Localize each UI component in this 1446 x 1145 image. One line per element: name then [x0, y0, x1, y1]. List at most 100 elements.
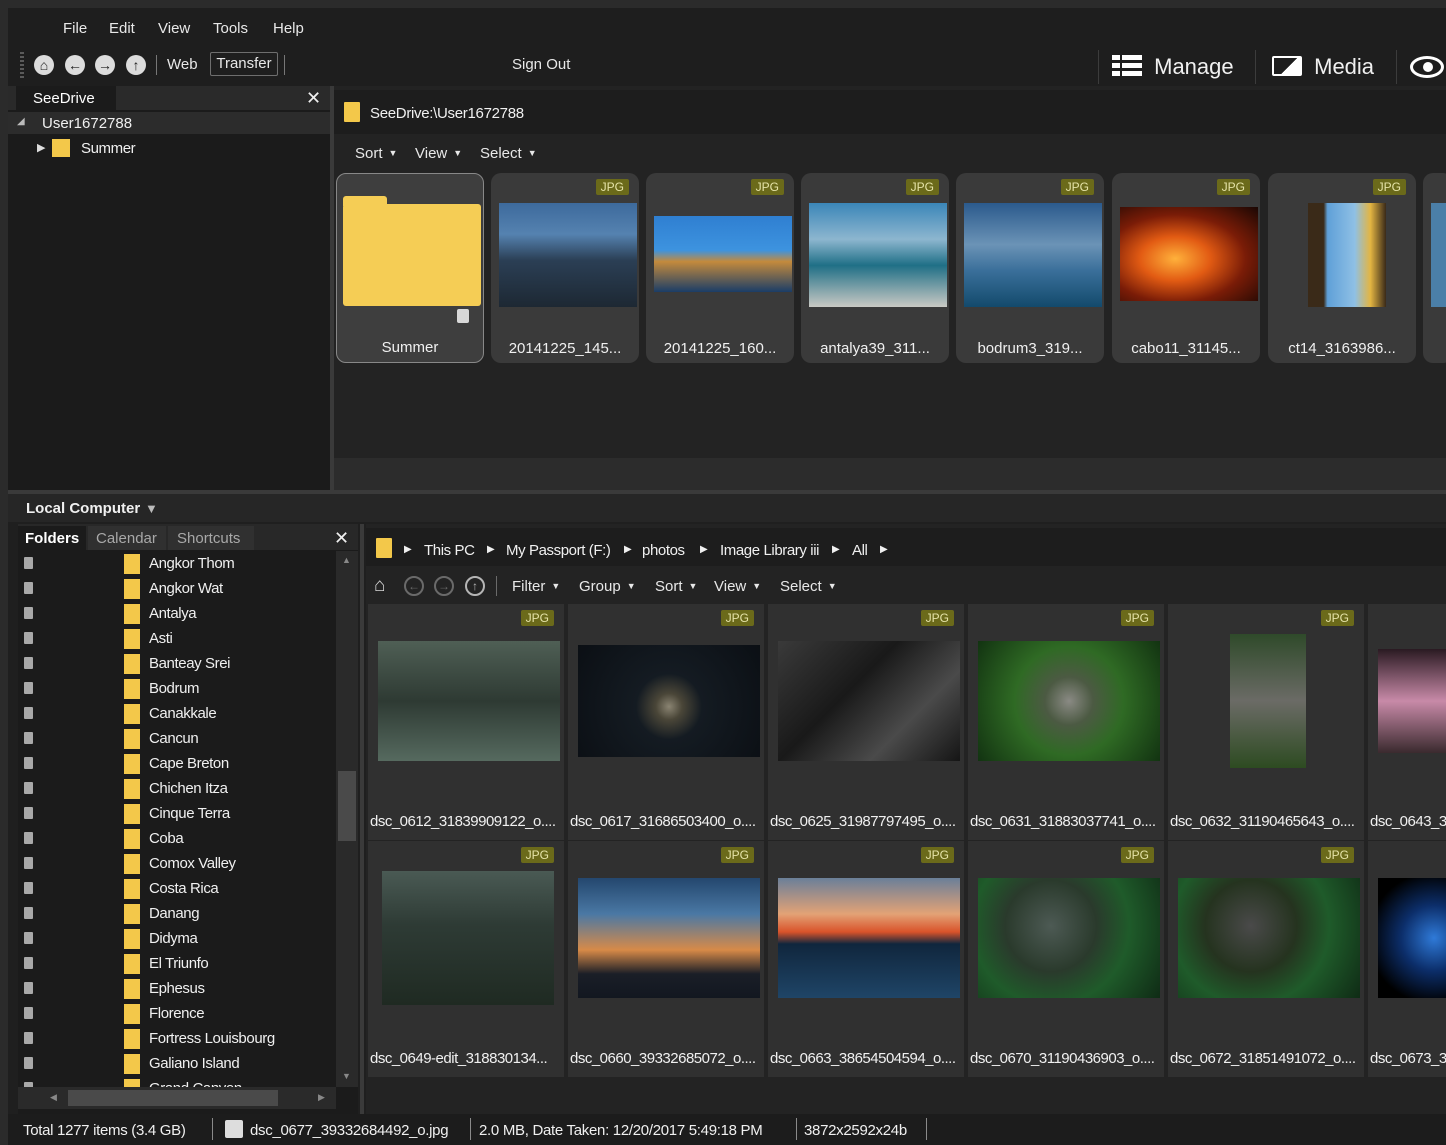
thumbnail-cell[interactable]: JPG dsc_0631_31883037741_o....: [968, 604, 1166, 840]
breadcrumb-photos[interactable]: photos: [642, 542, 685, 559]
home-icon[interactable]: ⌂: [374, 575, 385, 597]
group-menu[interactable]: Group ▼: [579, 578, 636, 595]
pin-icon[interactable]: [24, 557, 33, 569]
vertical-splitter[interactable]: [360, 524, 364, 1114]
folder-tree-item[interactable]: Asti: [18, 626, 336, 651]
local-path-bar[interactable]: ▶ This PC ▶ My Passport (F:) ▶ photos ▶ …: [366, 528, 1446, 566]
tab-seedrive[interactable]: SeeDrive: [16, 86, 116, 110]
thumbnail-cell[interactable]: JPG dsc_0649-edit_318830134...: [368, 841, 566, 1077]
thumbnail-card-partial[interactable]: [1423, 173, 1446, 363]
thumbnail-cell[interactable]: dsc_0643_3: [1368, 604, 1446, 840]
sign-out-link[interactable]: Sign Out: [512, 56, 570, 73]
select-menu[interactable]: Select ▼: [780, 578, 837, 595]
folder-tree-item[interactable]: Didyma: [18, 926, 336, 951]
pin-icon[interactable]: [24, 957, 33, 969]
up-arrow-icon[interactable]: ↑: [126, 55, 146, 75]
pin-icon[interactable]: [24, 607, 33, 619]
pin-icon[interactable]: [24, 682, 33, 694]
breadcrumb-image-library[interactable]: Image Library iii: [720, 542, 819, 559]
manage-mode-button[interactable]: Manage: [1112, 50, 1234, 84]
home-icon[interactable]: ⌂: [34, 55, 54, 75]
menu-file[interactable]: File: [63, 20, 87, 37]
back-arrow-icon[interactable]: ←: [404, 576, 424, 596]
transfer-button[interactable]: Transfer: [210, 52, 278, 76]
thumbnail-cell[interactable]: JPG dsc_0660_39332685072_o....: [568, 841, 766, 1077]
tree-row-user[interactable]: ◢ User1672788: [8, 112, 330, 134]
expand-triangle-icon[interactable]: ▶: [37, 141, 45, 154]
breadcrumb-arrow-icon[interactable]: ▶: [487, 544, 495, 555]
folder-tree-item[interactable]: Cape Breton: [18, 751, 336, 776]
thumbnail-cell[interactable]: dsc_0673_3: [1368, 841, 1446, 1077]
back-arrow-icon[interactable]: ←: [65, 55, 85, 75]
folder-tree-item[interactable]: Danang: [18, 901, 336, 926]
scrollbar-thumb[interactable]: [68, 1090, 278, 1106]
pin-icon[interactable]: [24, 982, 33, 994]
horizontal-scrollbar[interactable]: ◀ ▶: [18, 1087, 336, 1109]
folder-tree-item[interactable]: El Triunfo: [18, 951, 336, 976]
seedrive-path-bar[interactable]: SeeDrive:\User1672788: [334, 90, 1446, 134]
breadcrumb-arrow-icon[interactable]: ▶: [880, 544, 888, 555]
local-computer-header[interactable]: Local Computer ▼: [8, 494, 1446, 522]
tab-folders[interactable]: Folders: [18, 526, 86, 550]
tree-row-summer[interactable]: ▶ Summer: [8, 136, 330, 160]
folder-tree-item[interactable]: Banteay Srei: [18, 651, 336, 676]
pin-icon[interactable]: [24, 757, 33, 769]
up-arrow-icon[interactable]: ↑: [465, 576, 485, 596]
thumbnail-card[interactable]: JPG 20141225_160...: [646, 173, 794, 363]
pin-icon[interactable]: [24, 907, 33, 919]
sort-menu[interactable]: Sort ▼: [655, 578, 697, 595]
chevron-down-icon[interactable]: ▼: [145, 501, 158, 516]
folder-tree-item[interactable]: Bodrum: [18, 676, 336, 701]
close-icon[interactable]: ✕: [334, 528, 349, 549]
breadcrumb-my-passport[interactable]: My Passport (F:): [506, 542, 611, 559]
thumbnail-cell[interactable]: JPG dsc_0625_31987797495_o....: [768, 604, 966, 840]
thumbnail-cell[interactable]: JPG dsc_0612_31839909122_o....: [368, 604, 566, 840]
folder-tree-item[interactable]: Cinque Terra: [18, 801, 336, 826]
thumbnail-card[interactable]: JPG antalya39_311...: [801, 173, 949, 363]
scrollbar-thumb[interactable]: [338, 771, 356, 841]
breadcrumb-arrow-icon[interactable]: ▶: [404, 544, 412, 555]
thumbnail-cell[interactable]: JPG dsc_0672_31851491072_o....: [1168, 841, 1366, 1077]
menu-edit[interactable]: Edit: [109, 20, 135, 37]
folder-tree-item[interactable]: Cancun: [18, 726, 336, 751]
thumbnail-cell[interactable]: JPG dsc_0617_31686503400_o....: [568, 604, 766, 840]
thumbnail-card[interactable]: JPG ct14_3163986...: [1268, 173, 1416, 363]
view-menu[interactable]: View ▼: [415, 145, 462, 162]
pin-icon[interactable]: [24, 807, 33, 819]
folder-tree-item[interactable]: Fortress Louisbourg: [18, 1026, 336, 1051]
pin-icon[interactable]: [24, 582, 33, 594]
folder-tree-item[interactable]: Chichen Itza: [18, 776, 336, 801]
pin-icon[interactable]: [24, 1007, 33, 1019]
thumbnail-card[interactable]: JPG bodrum3_319...: [956, 173, 1104, 363]
pin-icon[interactable]: [24, 857, 33, 869]
tab-shortcuts[interactable]: Shortcuts: [168, 526, 254, 550]
media-mode-button[interactable]: Media: [1272, 50, 1374, 84]
folder-tree-item[interactable]: Galiano Island: [18, 1051, 336, 1076]
thumbnail-cell[interactable]: JPG dsc_0663_38654504594_o....: [768, 841, 966, 1077]
close-icon[interactable]: ✕: [306, 88, 321, 109]
pin-icon[interactable]: [24, 1032, 33, 1044]
horizontal-scroll-area[interactable]: [334, 458, 1446, 490]
breadcrumb-arrow-icon[interactable]: ▶: [832, 544, 840, 555]
menu-tools[interactable]: Tools: [213, 20, 248, 37]
folder-card-summer[interactable]: Summer: [336, 173, 484, 363]
folder-tree-item[interactable]: Grand Canyon: [18, 1076, 336, 1087]
folder-tree-item[interactable]: Antalya: [18, 601, 336, 626]
pin-icon[interactable]: [24, 782, 33, 794]
thumbnail-card[interactable]: JPG cabo11_31145...: [1112, 173, 1260, 363]
thumbnail-card[interactable]: JPG 20141225_145...: [491, 173, 639, 363]
view-mode-eye-icon[interactable]: [1410, 56, 1444, 78]
folder-tree-item[interactable]: Angkor Thom: [18, 551, 336, 576]
breadcrumb-this-pc[interactable]: This PC: [424, 542, 475, 559]
sort-menu[interactable]: Sort ▼: [355, 145, 397, 162]
pin-icon[interactable]: [24, 632, 33, 644]
folder-tree-item[interactable]: Costa Rica: [18, 876, 336, 901]
folder-tree-item[interactable]: Florence: [18, 1001, 336, 1026]
folder-tree-item[interactable]: Ephesus: [18, 976, 336, 1001]
folder-tree-item[interactable]: Canakkale: [18, 701, 336, 726]
pin-icon[interactable]: [24, 932, 33, 944]
breadcrumb-all[interactable]: All: [852, 542, 868, 559]
folder-tree-item[interactable]: Coba: [18, 826, 336, 851]
menu-help[interactable]: Help: [273, 20, 304, 37]
menu-view[interactable]: View: [158, 20, 190, 37]
